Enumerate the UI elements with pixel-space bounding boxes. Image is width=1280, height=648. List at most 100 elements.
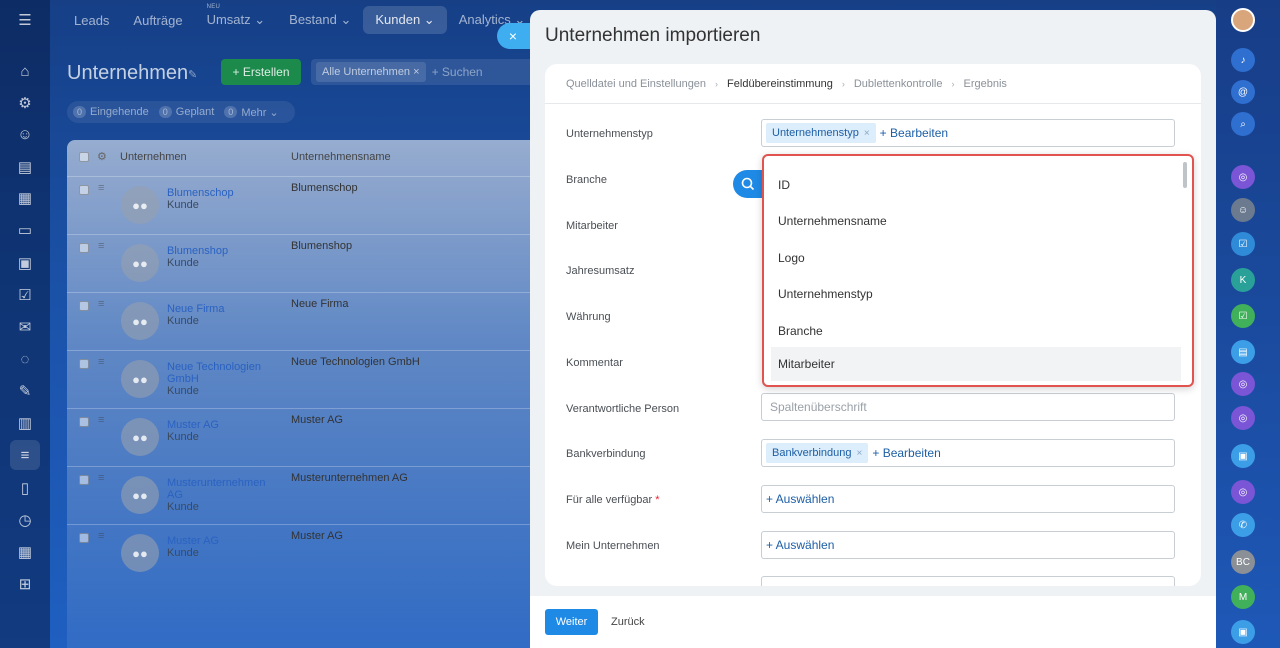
avatar-initials[interactable]: BC xyxy=(1231,550,1255,574)
table-icon[interactable]: ▦ xyxy=(15,542,35,562)
close-icon[interactable]: × xyxy=(413,66,419,78)
column-company-name[interactable]: Unternehmensname xyxy=(291,151,391,163)
table-row[interactable]: ≡ ●● Neue Firma Kunde Neue Firma xyxy=(67,292,537,350)
select-link[interactable]: + Auswählen xyxy=(766,492,834,506)
filter-search-box[interactable]: Alle Unternehmen × + Suchen xyxy=(311,59,551,85)
nav-auftraege[interactable]: Aufträge xyxy=(121,7,194,34)
verantwortliche-person-field[interactable]: Spaltenüberschrift xyxy=(761,393,1175,421)
option-branche[interactable]: Branche xyxy=(771,314,1181,348)
channel-icon[interactable]: ◎ xyxy=(1231,165,1255,189)
channel-icon[interactable]: ◎ xyxy=(1231,480,1255,504)
dropdown-scrollbar[interactable] xyxy=(1183,162,1187,188)
row-checkbox[interactable] xyxy=(79,243,89,253)
filter-tag[interactable]: Alle Unternehmen × xyxy=(316,62,426,82)
row-menu-icon[interactable]: ≡ xyxy=(98,240,104,252)
create-button[interactable]: + Erstellen xyxy=(221,59,301,85)
checklist-icon[interactable]: ☑ xyxy=(1231,304,1255,328)
channel-icon[interactable]: ◎ xyxy=(1231,372,1255,396)
field-chip[interactable]: Bankverbindung × xyxy=(766,443,869,463)
row-checkbox[interactable] xyxy=(79,301,89,311)
row-menu-icon[interactable]: ≡ xyxy=(98,530,104,542)
close-panel-button[interactable]: × xyxy=(497,23,533,49)
row-checkbox[interactable] xyxy=(79,359,89,369)
screen-icon[interactable]: ▣ xyxy=(15,253,35,273)
counter-incoming[interactable]: 0 Eingehende xyxy=(73,106,149,118)
bell-icon[interactable]: ♪ xyxy=(1231,48,1255,72)
table-row[interactable]: ≡ ●● Neue Technologien GmbH Kunde Neue Te… xyxy=(67,350,537,408)
table-row[interactable]: ≡ ●● Blumenshop Kunde Blumenshop xyxy=(67,234,537,292)
mein-unternehmen-field[interactable]: + Auswählen xyxy=(761,531,1175,559)
company-link[interactable]: Musterunternehmen AG Kunde xyxy=(167,477,277,513)
avatar[interactable]: ☺ xyxy=(1231,198,1255,222)
company-link[interactable]: Neue Firma Kunde xyxy=(167,303,277,327)
user-avatar[interactable] xyxy=(1231,8,1255,32)
filter-icon[interactable]: ≡ xyxy=(10,440,40,470)
clock-icon[interactable]: ◷ xyxy=(15,510,35,530)
close-icon[interactable]: × xyxy=(857,448,863,459)
contact-card-icon[interactable]: ▣ xyxy=(1231,444,1255,468)
nav-kunden[interactable]: Kunden ⌄ xyxy=(363,6,447,34)
at-icon[interactable]: @ xyxy=(1231,80,1255,104)
chat-icon[interactable]: ▤ xyxy=(1231,340,1255,364)
chat-icon[interactable]: ◌ xyxy=(15,349,35,369)
company-link[interactable]: Muster AG Kunde xyxy=(167,419,277,443)
table-row[interactable]: ≡ ●● Blumenschop Kunde Blumenschop xyxy=(67,176,537,234)
calendar-icon[interactable]: ▦ xyxy=(15,188,35,208)
field-chip[interactable]: Unternehmenstyp × xyxy=(766,123,876,143)
fuer-alle-verfuegbar-field[interactable]: + Auswählen xyxy=(761,485,1175,513)
channel-icon[interactable]: ◎ xyxy=(1231,406,1255,430)
home-icon[interactable]: ⌂ xyxy=(15,61,35,81)
table-row[interactable]: ≡ ●● Muster AG Kunde Muster AG xyxy=(67,408,537,466)
row-menu-icon[interactable]: ≡ xyxy=(98,472,104,484)
org-icon[interactable]: ⊞ xyxy=(15,574,35,594)
contacts-icon[interactable]: ☺ xyxy=(15,124,35,144)
task-icon[interactable]: ☑ xyxy=(1231,232,1255,256)
settings-icon[interactable]: ⚙ xyxy=(15,93,35,113)
sign-icon[interactable]: ✎ xyxy=(15,381,35,401)
row-checkbox[interactable] xyxy=(79,475,89,485)
next-button[interactable]: Weiter xyxy=(545,609,598,635)
gear-icon[interactable]: ⚙ xyxy=(97,150,107,163)
search-icon[interactable] xyxy=(733,170,763,198)
avatar-initials[interactable]: K xyxy=(1231,268,1255,292)
row-checkbox[interactable] xyxy=(79,185,89,195)
select-all-checkbox[interactable] xyxy=(79,152,89,162)
unternehmenstyp-field[interactable]: Unternehmenstyp × + Bearbeiten xyxy=(761,119,1175,147)
contact-card-icon[interactable]: ▣ xyxy=(1231,620,1255,644)
counter-more[interactable]: 0 Mehr ⌄ xyxy=(224,106,279,119)
task-icon[interactable]: ☑ xyxy=(15,285,35,305)
table-row[interactable]: ≡ ●● Musterunternehmen AG Kunde Musterunt… xyxy=(67,466,537,524)
option-unternehmenstyp[interactable]: Unternehmenstyp xyxy=(771,277,1181,311)
counter-planned[interactable]: 0 Geplant xyxy=(158,106,214,118)
menu-icon[interactable]: ☰ xyxy=(15,10,35,30)
edit-link[interactable]: + Bearbeiten xyxy=(880,126,948,140)
search-icon[interactable]: ⌕ xyxy=(1231,112,1255,136)
company-link[interactable]: Muster AG Kunde xyxy=(167,535,277,559)
back-button[interactable]: Zurück xyxy=(611,616,645,628)
card-icon[interactable]: ▭ xyxy=(15,220,35,240)
search-placeholder[interactable]: + Suchen xyxy=(432,65,483,79)
company-link[interactable]: Blumenschop Kunde xyxy=(167,187,277,211)
company-link[interactable]: Neue Technologien GmbH Kunde xyxy=(167,361,277,397)
nav-bestand[interactable]: Bestand ⌄ xyxy=(277,6,363,34)
avatar-initials[interactable]: M xyxy=(1231,585,1255,609)
row-menu-icon[interactable]: ≡ xyxy=(98,414,104,426)
nav-leads[interactable]: Leads xyxy=(62,7,121,34)
row-menu-icon[interactable]: ≡ xyxy=(98,356,104,368)
next-field-partial[interactable] xyxy=(761,576,1175,586)
document-icon[interactable]: ▤ xyxy=(15,157,35,177)
bankverbindung-field[interactable]: Bankverbindung × + Bearbeiten xyxy=(761,439,1175,467)
option-mitarbeiter[interactable]: Mitarbeiter xyxy=(771,347,1181,381)
column-header-placeholder[interactable]: Spaltenüberschrift xyxy=(766,400,867,414)
file-icon[interactable]: ▯ xyxy=(15,478,35,498)
row-checkbox[interactable] xyxy=(79,417,89,427)
pencil-icon[interactable]: ✎ xyxy=(188,68,197,81)
row-checkbox[interactable] xyxy=(79,533,89,543)
row-menu-icon[interactable]: ≡ xyxy=(98,298,104,310)
company-link[interactable]: Blumenshop Kunde xyxy=(167,245,277,269)
mail-icon[interactable]: ✉ xyxy=(15,317,35,337)
phone-icon[interactable]: ✆ xyxy=(1231,513,1255,537)
option-unternehmensname[interactable]: Unternehmensname xyxy=(771,204,1181,238)
building-icon[interactable]: ▥ xyxy=(15,413,35,433)
edit-link[interactable]: + Bearbeiten xyxy=(872,446,940,460)
